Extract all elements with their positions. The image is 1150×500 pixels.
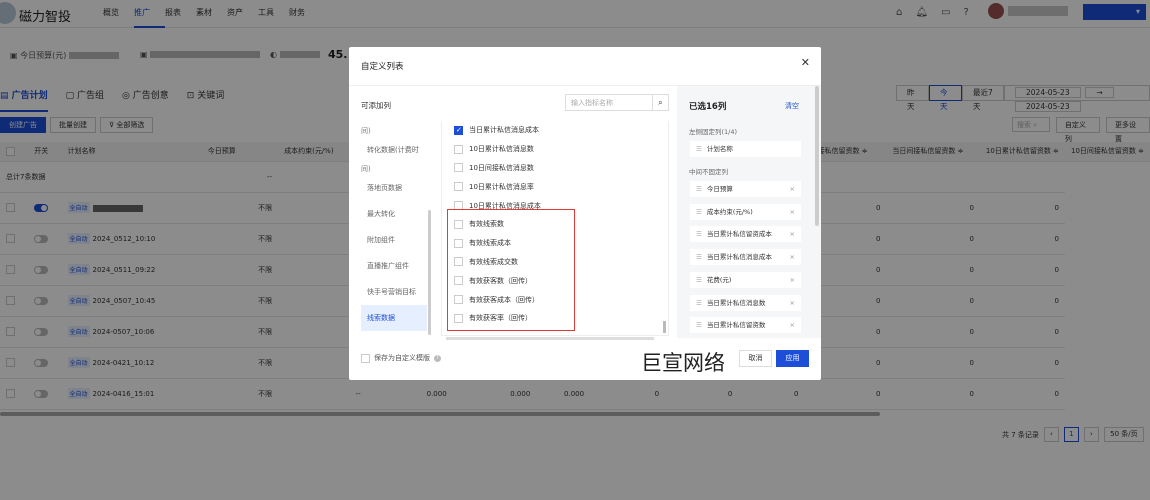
selected-column[interactable]: ☰ 计划名称 (690, 141, 801, 157)
watermark: 巨宣网络 (641, 351, 725, 375)
option-label: 10日间接私信消息数 (469, 163, 534, 172)
selected-column[interactable]: ☰ 当日累计私信消息数 × (690, 294, 801, 311)
drag-handle-icon[interactable]: ☰ (696, 208, 702, 216)
category-item[interactable]: 落地页数据 (361, 175, 427, 201)
category-item[interactable]: 最大转化 (361, 201, 427, 227)
selected-column[interactable]: ☰ 当日累计私信留资数 × (690, 317, 801, 334)
remove-icon[interactable]: × (790, 204, 795, 220)
selected-column[interactable]: ☰ 花费(元) × (690, 271, 801, 288)
options-horizontal-scrollbar[interactable] (446, 337, 654, 340)
save-template-checkbox[interactable] (361, 353, 370, 363)
selected-columns-pane: 已选16列 清空 左侧固定列(1/4) 中间不固定列 ☰ 计划名称 ☰ 今日预算 × ☰ 成… (677, 86, 821, 338)
selected-column[interactable]: ☰ 成本约束(元/%) × (690, 203, 801, 220)
drag-handle-icon[interactable]: ☰ (696, 230, 702, 238)
close-icon[interactable]: ✕ (801, 56, 810, 69)
selected-column[interactable]: ☰ 当日累计私信留资成本 × (690, 226, 801, 243)
highlight-box (447, 209, 575, 331)
selected-column-label: 花费(元) (706, 275, 732, 284)
remove-icon[interactable]: × (790, 226, 795, 242)
drag-handle-icon[interactable]: ☰ (696, 299, 702, 307)
drag-handle-icon[interactable]: ☰ (696, 145, 702, 153)
selected-column-label: 当日累计私信留资成本 (706, 230, 772, 239)
option-checkbox[interactable] (454, 163, 463, 173)
selected-column[interactable]: ☰ 今日预算 × (690, 181, 801, 197)
drag-handle-icon[interactable]: ☰ (696, 276, 702, 284)
category-scrollbar[interactable] (428, 210, 431, 335)
category-item[interactable]: 线索数据 (361, 305, 427, 331)
option-checkbox[interactable] (454, 144, 463, 154)
drag-handle-icon[interactable]: ☰ (696, 253, 702, 261)
drag-handle-icon[interactable]: ☰ (696, 185, 702, 193)
category-item[interactable]: 快手号营销目标 (361, 279, 427, 305)
custom-columns-modal: 自定义列表 ✕ 可添加列 输入指标名称 ⌕ 间) 转化数据(计费时 间) 落地页数据最… (349, 47, 821, 380)
category-item[interactable]: 直播推广组件 (361, 253, 427, 279)
selected-column-label: 成本约束(元/%) (706, 207, 753, 216)
fixed-columns-label: 左侧固定列(1/4) (689, 128, 738, 136)
remove-icon[interactable]: × (790, 295, 795, 311)
column-option[interactable]: 10日累计私信消息数 (442, 140, 668, 159)
category-item[interactable]: 间) (361, 125, 427, 137)
selected-scrollbar[interactable] (815, 86, 819, 226)
remove-icon[interactable]: × (790, 317, 795, 333)
drag-handle-icon[interactable]: ☰ (696, 321, 702, 329)
selected-column-label: 计划名称 (706, 145, 733, 153)
option-label: 10日累计私信消息数 (469, 145, 534, 154)
available-columns-title: 可添加列 (361, 101, 391, 110)
remove-icon[interactable]: × (790, 181, 795, 197)
option-checkbox[interactable] (454, 182, 463, 192)
cancel-button[interactable]: 取消 (739, 350, 772, 367)
clear-button[interactable]: 清空 (785, 101, 799, 111)
save-template[interactable]: 保存为自定义模版 ? (361, 353, 441, 363)
category-item[interactable]: 附加组件 (361, 227, 427, 253)
selected-column-label: 今日预算 (706, 185, 733, 193)
category-item[interactable]: 间) (361, 163, 427, 175)
middle-columns-label: 中间不固定列 (689, 168, 728, 176)
column-option[interactable]: 10日间接私信消息数 (442, 159, 668, 178)
option-label: 10日累计私信消息率 (469, 182, 534, 191)
option-label: 当日累计私信消息成本 (469, 126, 539, 135)
column-option[interactable]: 10日累计私信消息率 (442, 177, 668, 196)
remove-icon[interactable]: × (790, 249, 795, 265)
selected-column[interactable]: ☰ 当日累计私信消息成本 × (690, 249, 801, 266)
selected-column-label: 当日累计私信消息成本 (706, 253, 772, 262)
remove-icon[interactable]: × (790, 272, 795, 288)
column-option[interactable]: 当日累计私信消息成本 (442, 121, 668, 140)
options-scrollbar[interactable] (663, 321, 666, 333)
option-checkbox[interactable] (454, 125, 463, 135)
column-search[interactable]: 输入指标名称 ⌕ (565, 94, 669, 111)
help-icon: ? (434, 354, 441, 362)
column-search-input[interactable]: 输入指标名称 (566, 95, 652, 110)
category-item[interactable]: 转化数据(计费时 (361, 137, 427, 163)
modal-title: 自定义列表 (361, 62, 404, 72)
selected-count: 已选16列 (689, 102, 727, 112)
apply-button[interactable]: 应用 (776, 350, 809, 367)
category-list: 间) 转化数据(计费时 间) 落地页数据 最大转化 附加组件 直播推广组件 快手号营销目标 线索… (361, 125, 427, 337)
search-icon[interactable]: ⌕ (652, 95, 668, 110)
selected-column-label: 当日累计私信消息数 (706, 298, 766, 307)
selected-column-label: 当日累计私信留资数 (706, 321, 766, 330)
